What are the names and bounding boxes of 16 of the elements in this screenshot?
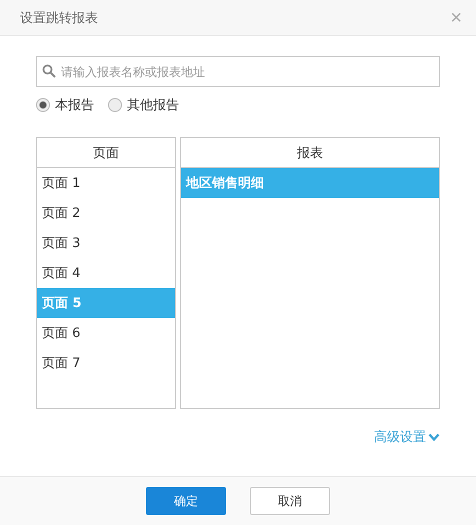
list-item[interactable]: 页面 3 bbox=[37, 228, 175, 258]
radio-option[interactable]: 其他报告 bbox=[108, 96, 179, 114]
column-header: 页面 bbox=[37, 138, 175, 168]
cancel-button[interactable]: 取消 bbox=[250, 487, 330, 515]
confirm-button[interactable]: 确定 bbox=[146, 487, 226, 515]
radio-label: 其他报告 bbox=[127, 97, 179, 114]
list-item[interactable]: 页面 4 bbox=[37, 258, 175, 288]
list-item[interactable]: 页面 1 bbox=[37, 168, 175, 198]
list-item[interactable]: 页面 2 bbox=[37, 198, 175, 228]
radio-label: 本报告 bbox=[55, 97, 94, 114]
dialog-title: 设置跳转报表 bbox=[20, 10, 98, 26]
list-item[interactable]: 页面 7 bbox=[37, 348, 175, 378]
search-icon bbox=[42, 64, 56, 78]
radio-option[interactable]: 本报告 bbox=[36, 96, 94, 114]
search-field[interactable]: 请输入报表名称或报表地址 bbox=[36, 56, 440, 87]
list-item[interactable]: 页面 6 bbox=[37, 318, 175, 348]
